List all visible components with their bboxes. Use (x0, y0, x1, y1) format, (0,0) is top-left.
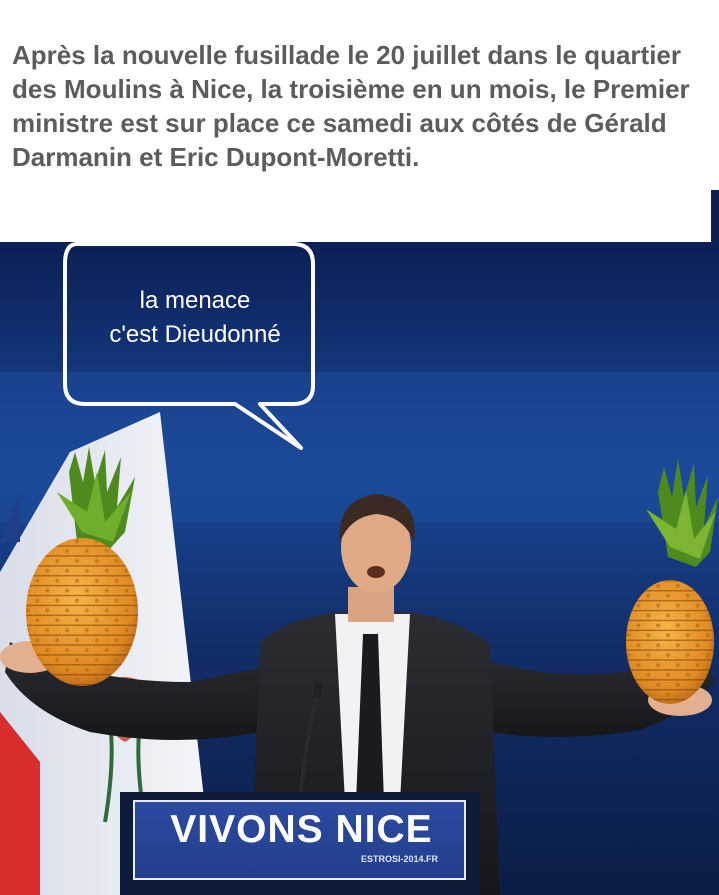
speech-line-1: la menace (139, 287, 251, 314)
meme-canvas: Après la nouvelle fusillade le 20 juille… (0, 0, 719, 895)
speech-line-2: c'est Dieudonné (109, 321, 281, 348)
podium-website: ESTROSI-2014.FR (360, 854, 438, 864)
caption-edge (711, 0, 719, 242)
caption-panel: Après la nouvelle fusillade le 20 juille… (0, 0, 711, 242)
podium-slogan: VIVONS NICE (170, 808, 433, 851)
podium-sign: VIVONS NICE ESTROSI-2014.FR (133, 800, 466, 880)
caption-text: Après la nouvelle fusillade le 20 juille… (12, 40, 690, 172)
speech-bubble-text: la menace c'est Dieudonné (70, 284, 320, 352)
